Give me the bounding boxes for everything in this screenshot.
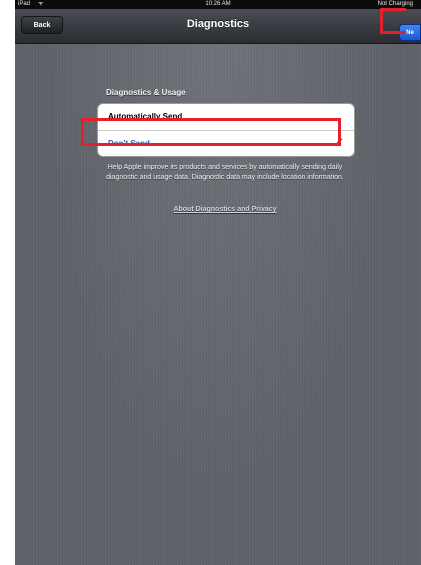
section-header: Diagnostics & Usage xyxy=(106,88,186,97)
status-time: 10:26 AM xyxy=(205,1,231,7)
highlight-next-button xyxy=(380,8,406,34)
status-bar: iPad ᯤ 10:26 AM Not Charging xyxy=(15,0,421,9)
footer-description: Help Apple improve its products and serv… xyxy=(106,164,344,181)
navigation-bar: Back Diagnostics Ne xyxy=(15,9,421,44)
page-title: Diagnostics xyxy=(186,18,250,30)
highlight-dont-send xyxy=(81,118,341,146)
about-diagnostics-link[interactable]: About Diagnostics and Privacy xyxy=(97,206,353,213)
ipad-screen: iPad ᯤ 10:26 AM Not Charging Back Diagno… xyxy=(15,0,421,565)
